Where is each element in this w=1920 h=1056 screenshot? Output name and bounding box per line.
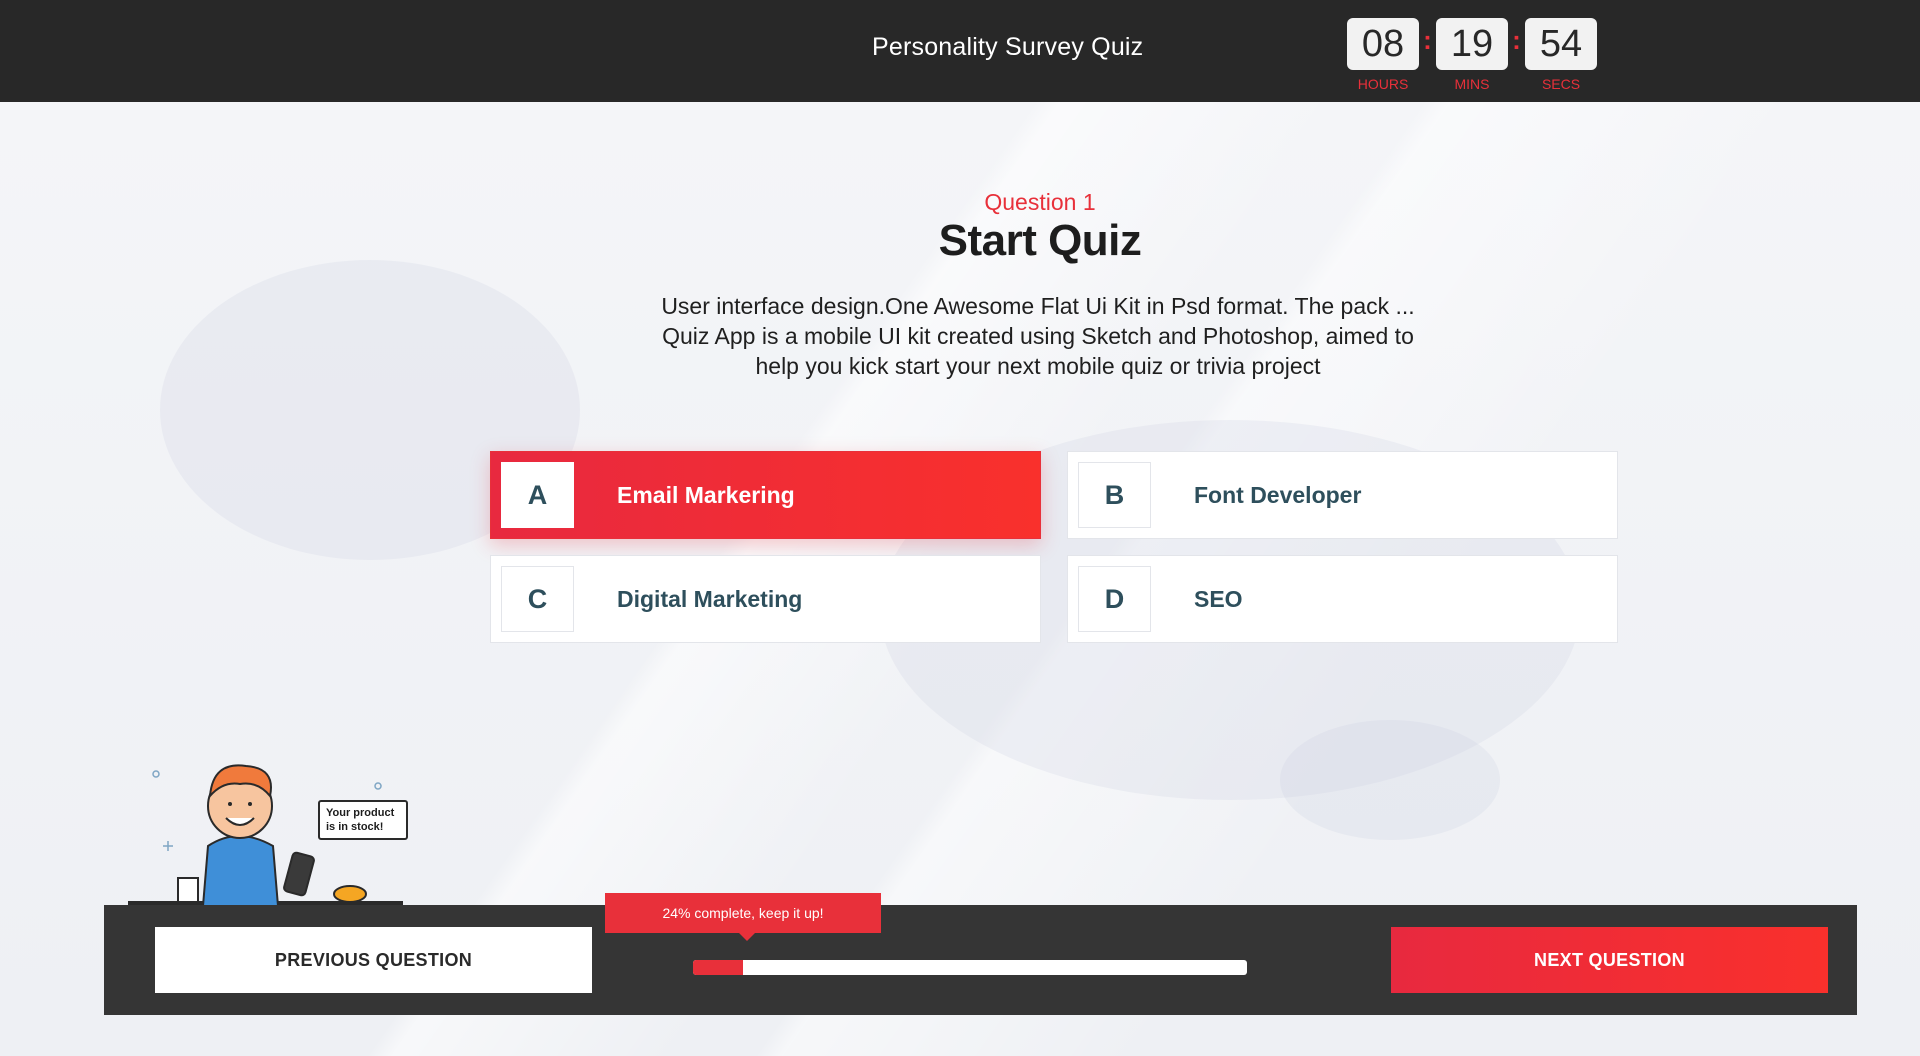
speech-line: is in stock! bbox=[326, 821, 384, 833]
timer-mins-label: MINS bbox=[1454, 76, 1490, 92]
timer-mins: 19 MINS bbox=[1436, 18, 1508, 92]
question-title: Start Quiz bbox=[938, 216, 1142, 265]
option-label: SEO bbox=[1194, 585, 1243, 612]
option-b[interactable]: B Font Developer bbox=[1067, 451, 1618, 539]
timer-separator: : bbox=[1512, 25, 1521, 55]
timer-secs-value: 54 bbox=[1525, 18, 1597, 70]
option-c[interactable]: C Digital Marketing bbox=[490, 555, 1041, 643]
option-label: Font Developer bbox=[1194, 481, 1362, 508]
timer-separator: : bbox=[1423, 25, 1432, 55]
option-label: Digital Marketing bbox=[617, 585, 803, 612]
timer-mins-value: 19 bbox=[1436, 18, 1508, 70]
progress-bar bbox=[693, 960, 1247, 975]
top-bar: Personality Survey Quiz 08 HOURS : 19 MI… bbox=[0, 0, 1920, 102]
timer-secs-label: SECS bbox=[1541, 76, 1581, 92]
next-question-button[interactable]: NEXT QUESTION bbox=[1391, 927, 1828, 993]
progress-fill bbox=[693, 960, 743, 975]
speech-line: Your product bbox=[326, 807, 395, 819]
option-d[interactable]: D SEO bbox=[1067, 555, 1618, 643]
timer-hours: 08 HOURS bbox=[1347, 18, 1419, 92]
countdown-timer: 08 HOURS : 19 MINS : 54 SECS bbox=[1347, 18, 1597, 92]
option-letter: C bbox=[501, 566, 574, 632]
previous-question-button[interactable]: PREVIOUS QUESTION bbox=[155, 927, 592, 993]
timer-hours-label: HOURS bbox=[1357, 76, 1409, 92]
timer-hours-value: 08 bbox=[1347, 18, 1419, 70]
timer-secs: 54 SECS bbox=[1525, 18, 1597, 92]
option-letter: D bbox=[1078, 566, 1151, 632]
option-letter: A bbox=[501, 462, 574, 528]
speech-bubble: Your product is in stock! bbox=[318, 800, 408, 840]
option-label: Email Markering bbox=[617, 481, 795, 508]
option-letter: B bbox=[1078, 462, 1151, 528]
question-description: User interface design.One Awesome Flat U… bbox=[661, 293, 1415, 379]
progress-tooltip: 24% complete, keep it up! bbox=[605, 893, 881, 941]
question-number: Question 1 bbox=[984, 189, 1096, 215]
quiz-title: Personality Survey Quiz bbox=[872, 33, 1144, 61]
option-a[interactable]: A Email Markering bbox=[490, 451, 1041, 539]
world-map-decoration bbox=[1280, 720, 1500, 840]
